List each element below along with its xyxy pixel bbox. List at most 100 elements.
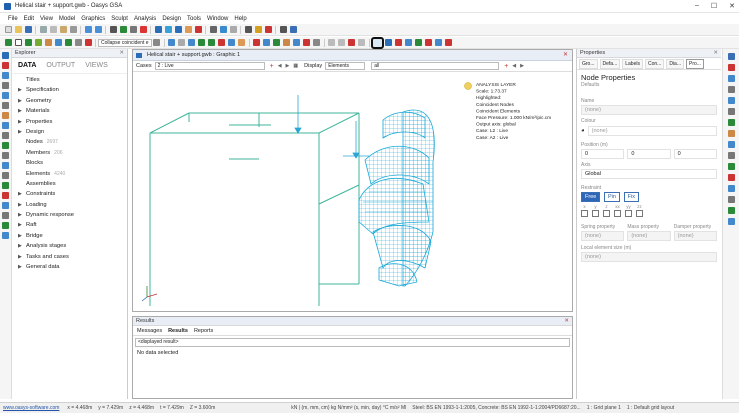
- filter-icon[interactable]: [728, 75, 735, 82]
- view-y-icon[interactable]: [208, 39, 216, 46]
- menu-graphics[interactable]: Graphics: [81, 16, 105, 22]
- tree-item-bridge[interactable]: ▶ Bridge: [12, 231, 127, 241]
- object-viewer-icon[interactable]: [728, 64, 735, 71]
- restraint-fix-button[interactable]: Fix: [623, 192, 639, 202]
- tab-messages[interactable]: Messages: [137, 328, 162, 334]
- tab-gro[interactable]: Gro...: [579, 58, 598, 69]
- region-tool-icon[interactable]: [2, 102, 9, 109]
- tree-item-geometry[interactable]: ▶ Geometry: [12, 96, 127, 106]
- measure-icon[interactable]: [2, 142, 9, 149]
- select-icon[interactable]: [129, 26, 137, 33]
- tree-item-raft[interactable]: ▶ Raft: [12, 220, 127, 230]
- chevron-right-icon[interactable]: ▶: [18, 262, 26, 272]
- copy-icon[interactable]: [49, 26, 57, 33]
- collapse-combo[interactable]: Collapse coincident e: [98, 38, 152, 47]
- graphic-viewport[interactable]: ANALYSIS LAYER Scale: 1:73.37 Highlighted:…: [133, 72, 572, 311]
- grid-toggle-icon[interactable]: [4, 39, 12, 46]
- tab-output[interactable]: OUTPUT: [46, 62, 75, 69]
- pan-icon[interactable]: [178, 39, 186, 46]
- position-x-field[interactable]: 0: [581, 149, 625, 159]
- case-list-icon[interactable]: ▦: [293, 63, 298, 69]
- tab-con[interactable]: Con...: [644, 58, 665, 69]
- bookmarks-icon[interactable]: [728, 174, 735, 181]
- settings-icon[interactable]: [153, 39, 161, 46]
- stress-icon[interactable]: [445, 39, 453, 46]
- position-y-field[interactable]: 0: [627, 149, 671, 159]
- tab-defa[interactable]: Defa...: [599, 58, 621, 69]
- chart-panel-icon[interactable]: [728, 119, 735, 126]
- cross-icon[interactable]: [84, 39, 92, 46]
- menu-design[interactable]: Design: [162, 16, 181, 22]
- restraint-free-button[interactable]: Free: [581, 192, 601, 202]
- mirror-tool-icon[interactable]: [2, 172, 9, 179]
- zoom-icon[interactable]: [74, 39, 82, 46]
- section-profile-icon[interactable]: [371, 36, 385, 49]
- website-link[interactable]: www.oasys-software.com: [3, 405, 59, 411]
- tree-item-loading[interactable]: ▶ Loading: [12, 200, 127, 210]
- name-field[interactable]: (none): [581, 105, 717, 115]
- explorer-icon[interactable]: [2, 52, 9, 59]
- tree-item-analysis-stages[interactable]: ▶ Analysis stages: [12, 241, 127, 251]
- next-case-icon[interactable]: ▶: [286, 63, 290, 69]
- prev-list-icon[interactable]: ◀: [512, 63, 516, 69]
- checks-icon[interactable]: [728, 207, 735, 214]
- displacement-icon[interactable]: [435, 39, 443, 46]
- lists-icon[interactable]: [728, 86, 735, 93]
- close-results-icon[interactable]: ✕: [564, 317, 569, 326]
- open-folder-icon[interactable]: [14, 26, 22, 33]
- copy-tool-icon[interactable]: [2, 152, 9, 159]
- layer-icon[interactable]: [229, 26, 237, 33]
- view-x-icon[interactable]: [198, 39, 206, 46]
- chevron-right-icon[interactable]: ▶: [18, 241, 26, 251]
- chevron-right-icon[interactable]: ▶: [18, 210, 26, 220]
- tree-item-properties[interactable]: ▶ Properties: [12, 117, 127, 127]
- node-icon[interactable]: [34, 39, 42, 46]
- report-icon[interactable]: [209, 26, 217, 33]
- print-icon[interactable]: [69, 26, 77, 33]
- paste-icon[interactable]: [59, 26, 67, 33]
- minimize-button[interactable]: –: [695, 2, 699, 10]
- next-list-icon[interactable]: ▶: [520, 63, 524, 69]
- close-button[interactable]: ✕: [729, 2, 735, 10]
- area-icon[interactable]: [64, 39, 72, 46]
- table-icon[interactable]: [119, 26, 127, 33]
- snap-icon[interactable]: [24, 39, 32, 46]
- spring-select[interactable]: (none): [581, 231, 625, 241]
- close-graphic-icon[interactable]: ✕: [563, 50, 568, 61]
- deformed-icon[interactable]: [348, 39, 356, 46]
- model-icon[interactable]: [219, 26, 227, 33]
- grid-tool-icon[interactable]: [2, 132, 9, 139]
- grid-plane-status[interactable]: 1 : Grid plane 1: [587, 405, 621, 411]
- dof-y-checkbox[interactable]: [592, 210, 599, 217]
- load-tool-icon[interactable]: [2, 112, 9, 119]
- split-tool-icon[interactable]: [2, 202, 9, 209]
- label-nodes-icon[interactable]: [253, 39, 261, 46]
- tab-pro[interactable]: Pro...: [686, 58, 704, 69]
- close-icon[interactable]: ✕: [119, 49, 124, 58]
- menu-help[interactable]: Help: [234, 16, 246, 22]
- light-icon[interactable]: [254, 26, 262, 33]
- move-tool-icon[interactable]: [2, 162, 9, 169]
- history-icon[interactable]: [728, 185, 735, 192]
- fit-icon[interactable]: [188, 39, 196, 46]
- menu-sculpt[interactable]: Sculpt: [111, 16, 128, 22]
- tab-reports[interactable]: Reports: [194, 328, 213, 334]
- merge-tool-icon[interactable]: [2, 212, 9, 219]
- tab-views[interactable]: VIEWS: [85, 62, 108, 69]
- cut-icon[interactable]: [39, 26, 47, 33]
- chevron-right-icon[interactable]: ▶: [18, 220, 26, 230]
- chevron-right-icon[interactable]: ▶: [18, 117, 26, 127]
- tab-results[interactable]: Results: [168, 328, 188, 334]
- tree-item-materials[interactable]: ▶ Materials: [12, 106, 127, 116]
- mass-select[interactable]: (none): [627, 231, 671, 241]
- delete-tool-icon[interactable]: [2, 192, 9, 199]
- sum-icon[interactable]: [264, 26, 272, 33]
- support-tool-icon[interactable]: [2, 122, 9, 129]
- chevron-right-icon[interactable]: ▶: [18, 252, 26, 262]
- tree-item-assemblies[interactable]: Assemblies: [12, 179, 127, 189]
- contour-icon[interactable]: [358, 39, 366, 46]
- tab-labels[interactable]: Labels: [622, 58, 643, 69]
- damper-select[interactable]: (none): [673, 231, 717, 241]
- menu-window[interactable]: Window: [207, 16, 228, 22]
- display-select[interactable]: Elements: [325, 62, 366, 70]
